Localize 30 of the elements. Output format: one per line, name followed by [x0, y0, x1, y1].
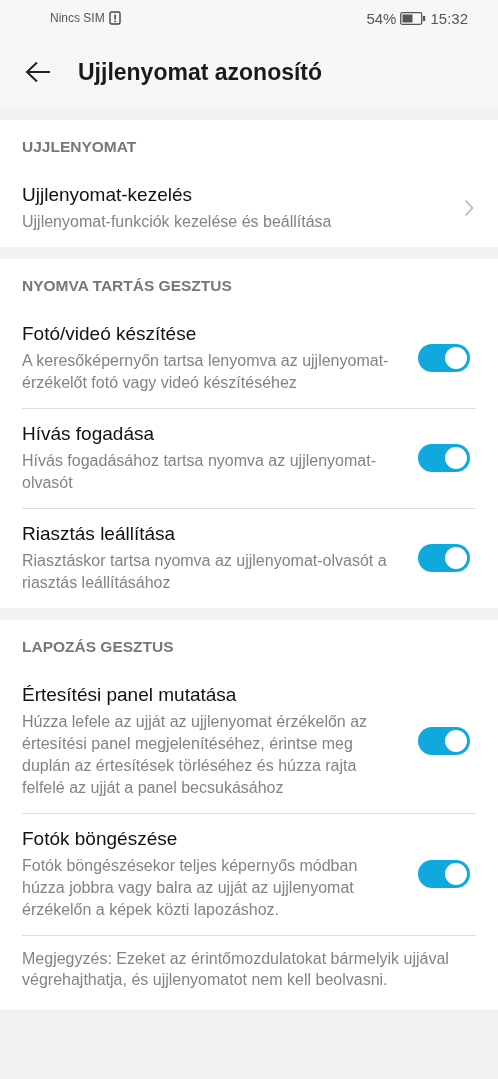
- settings-item[interactable]: Ujjlenyomat-kezelés Ujjlenyomat-funkciók kezelése és beállítása: [22, 170, 476, 247]
- setting-title: Ujjlenyomat-kezelés: [22, 183, 193, 207]
- setting-description: Húzza lefele az ujját az ujjlenyomat érzékelőn az értesítési panel megjelenítéséhez, érintse meg duplán az értesítések törléséhez és húzza rajta felfelé az ujját a panel becsukásához: [22, 712, 369, 798]
- toggle-switch[interactable]: [418, 343, 470, 372]
- setting-description: Ujjlenyomat-funkciók kezelése és beállítása: [22, 212, 333, 232]
- setting-title: Fotó/videó készítése: [22, 322, 198, 346]
- section-header: UJJLENYOMAT: [22, 137, 138, 157]
- note-text: Megjegyzés: Ezeket az érintőmozdulatokat bármelyik ujjával végrehajthatja, és ujjlenyomatot nem kell beolvasni.: [22, 949, 450, 990]
- toggle-switch[interactable]: [418, 443, 470, 472]
- setting-description: A keresőképernyőn tartsa lenyomva az ujjlenyomat-érzékelőt fotó vagy videó készítéséhez: [22, 351, 390, 393]
- toggle-switch[interactable]: [418, 859, 470, 888]
- clock: 15:32: [430, 9, 468, 27]
- back-icon[interactable]: [25, 61, 51, 83]
- battery-icon: [400, 11, 427, 25]
- setting-description: Fotók böngészésekor teljes képernyős módban húzza jobbra vagy balra az ujját az ujjlenyomat érzékelőn a képek közti lapozáshoz.: [22, 856, 359, 920]
- page-title: Ujjlenyomat azonosító: [78, 58, 323, 86]
- setting-title: Fotók böngészése: [22, 827, 179, 851]
- carrier-label: Nincs SIM: [50, 11, 105, 25]
- setting-title: Hívás fogadása: [22, 422, 156, 446]
- setting-title: Értesítési panel mutatása: [22, 683, 238, 707]
- sim-alert-icon: [108, 11, 121, 25]
- chevron-right-icon: [464, 198, 474, 217]
- section-header: LAPOZÁS GESZTUS: [22, 637, 175, 657]
- toggle-switch[interactable]: [418, 543, 470, 572]
- section-header: NYOMVA TARTÁS GESZTUS: [22, 276, 233, 296]
- toggle-switch[interactable]: [418, 726, 470, 755]
- battery-percent: 54%: [366, 9, 397, 27]
- setting-title: Riasztás leállítása: [22, 522, 177, 546]
- setting-description: Riasztáskor tartsa nyomva az ujjlenyomat-olvasót a riasztás leállításához: [22, 551, 388, 593]
- setting-description: Hívás fogadásához tartsa nyomva az ujjlenyomat-olvasót: [22, 451, 377, 493]
